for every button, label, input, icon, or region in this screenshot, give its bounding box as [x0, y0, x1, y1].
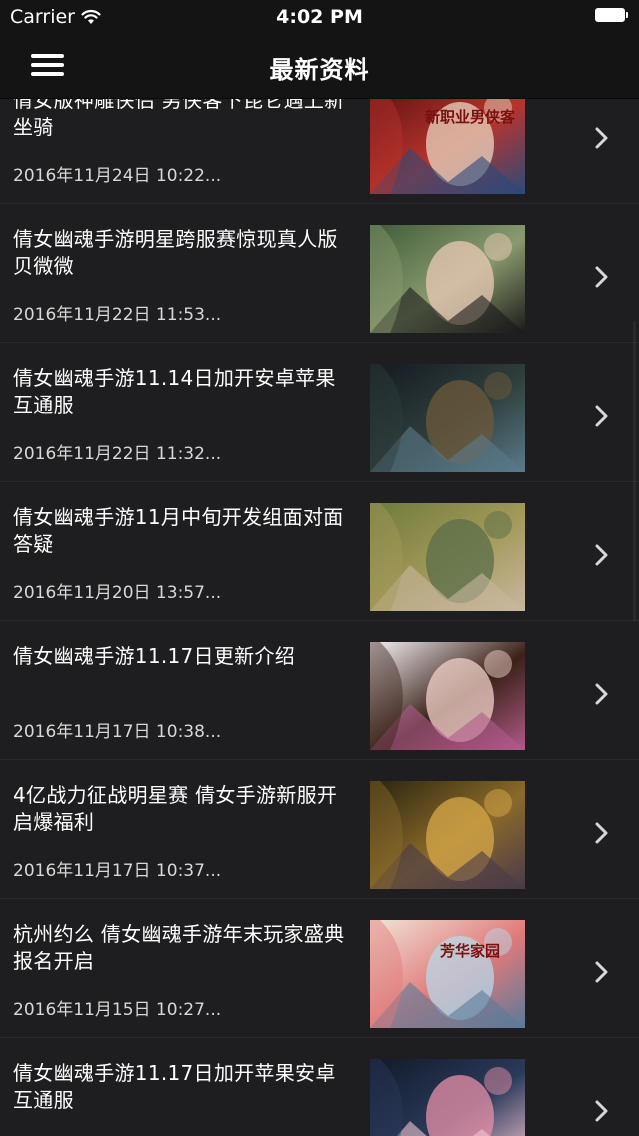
page-title: 最新资料	[269, 56, 370, 84]
news-row[interactable]: 倩女幽魂手游11.17日加开苹果安卓互通服	[0, 1038, 639, 1136]
news-date: 2016年11月17日 10:38...	[13, 722, 222, 742]
news-date: 2016年11月17日 10:37...	[13, 861, 222, 881]
news-thumbnail-artwork: 芳华家园	[370, 920, 525, 1028]
news-thumbnail	[370, 225, 525, 333]
news-thumbnail-artwork	[370, 503, 525, 611]
chevron-right-icon	[594, 683, 610, 705]
news-row[interactable]: 倩女幽魂手游11.14日加开安卓苹果互通服 2016年11月22日 11:32..…	[0, 343, 639, 482]
news-title: 倩女幽魂手游11月中旬开发组面对面答疑	[13, 505, 344, 556]
news-list[interactable]: 倩女版神雕侠侣 男侠客下昆仑遇上新坐骑 2016年11月24日 10:22... 新…	[0, 99, 639, 1136]
news-thumbnail	[370, 503, 525, 611]
chevron-right-icon	[594, 127, 610, 149]
news-row[interactable]: 杭州约么 倩女幽魂手游年末玩家盛典报名开启 2016年11月15日 10:27..…	[0, 899, 639, 1038]
news-title: 倩女幽魂手游明星跨服赛惊现真人版贝微微	[13, 227, 338, 278]
news-thumbnail-artwork	[370, 364, 525, 472]
news-date: 2016年11月15日 10:27...	[13, 1000, 222, 1020]
news-row[interactable]: 倩女幽魂手游明星跨服赛惊现真人版贝微微 2016年11月22日 11:53...	[0, 204, 639, 343]
thumbnail-caption: 新职业男侠客	[425, 108, 516, 126]
news-thumbnail	[370, 781, 525, 889]
scroll-indicator	[633, 321, 636, 621]
news-row[interactable]: 倩女幽魂手游11.17日更新介绍 2016年11月17日 10:38...	[0, 621, 639, 760]
status-bar: Carrier 4:02 PM	[0, 0, 639, 34]
news-date: 2016年11月24日 10:22...	[13, 166, 222, 186]
news-row[interactable]: 4亿战力征战明星赛 倩女手游新服开启爆福利 2016年11月17日 10:37..…	[0, 760, 639, 899]
chevron-right-icon	[594, 822, 610, 844]
news-thumbnail	[370, 364, 525, 472]
chevron-right-icon	[594, 544, 610, 566]
news-title: 倩女版神雕侠侣 男侠客下昆仑遇上新坐骑	[13, 99, 345, 139]
news-title: 倩女幽魂手游11.17日更新介绍	[13, 644, 296, 668]
news-thumbnail-artwork	[370, 225, 525, 333]
news-thumbnail	[370, 1059, 525, 1136]
chevron-right-icon	[594, 961, 610, 983]
status-time: 4:02 PM	[276, 6, 363, 28]
navigation-bar: 最新资料	[0, 34, 639, 99]
news-thumbnail-artwork	[370, 642, 525, 750]
news-date: 2016年11月22日 11:32...	[13, 444, 222, 464]
chevron-right-icon	[594, 266, 610, 288]
screen: Carrier 4:02 PM 最新资料 倩女版神雕侠侣 男侠客下昆仑遇上新坐骑…	[0, 0, 639, 1136]
news-date: 2016年11月22日 11:53...	[13, 305, 222, 325]
news-thumbnail: 芳华家园	[370, 920, 525, 1028]
news-date: 2016年11月20日 13:57...	[13, 583, 222, 603]
news-thumbnail-artwork	[370, 781, 525, 889]
chevron-right-icon	[594, 405, 610, 427]
news-row[interactable]: 倩女幽魂手游11月中旬开发组面对面答疑 2016年11月20日 13:57...	[0, 482, 639, 621]
news-title: 倩女幽魂手游11.17日加开苹果安卓互通服	[13, 1061, 336, 1112]
news-row[interactable]: 倩女版神雕侠侣 男侠客下昆仑遇上新坐骑 2016年11月24日 10:22... 新…	[0, 99, 639, 204]
battery-full-icon	[595, 8, 629, 24]
news-title: 4亿战力征战明星赛 倩女手游新服开启爆福利	[13, 783, 338, 834]
news-thumbnail-artwork	[370, 1059, 525, 1136]
news-thumbnail-artwork: 新职业男侠客	[370, 99, 525, 194]
news-thumbnail	[370, 642, 525, 750]
news-list-content: 倩女版神雕侠侣 男侠客下昆仑遇上新坐骑 2016年11月24日 10:22... 新…	[0, 99, 639, 1136]
news-thumbnail: 新职业男侠客	[370, 99, 525, 194]
news-title: 倩女幽魂手游11.14日加开安卓苹果互通服	[13, 366, 336, 417]
news-title: 杭州约么 倩女幽魂手游年末玩家盛典报名开启	[13, 922, 345, 973]
chevron-right-icon	[594, 1100, 610, 1122]
thumbnail-caption: 芳华家园	[440, 942, 500, 960]
